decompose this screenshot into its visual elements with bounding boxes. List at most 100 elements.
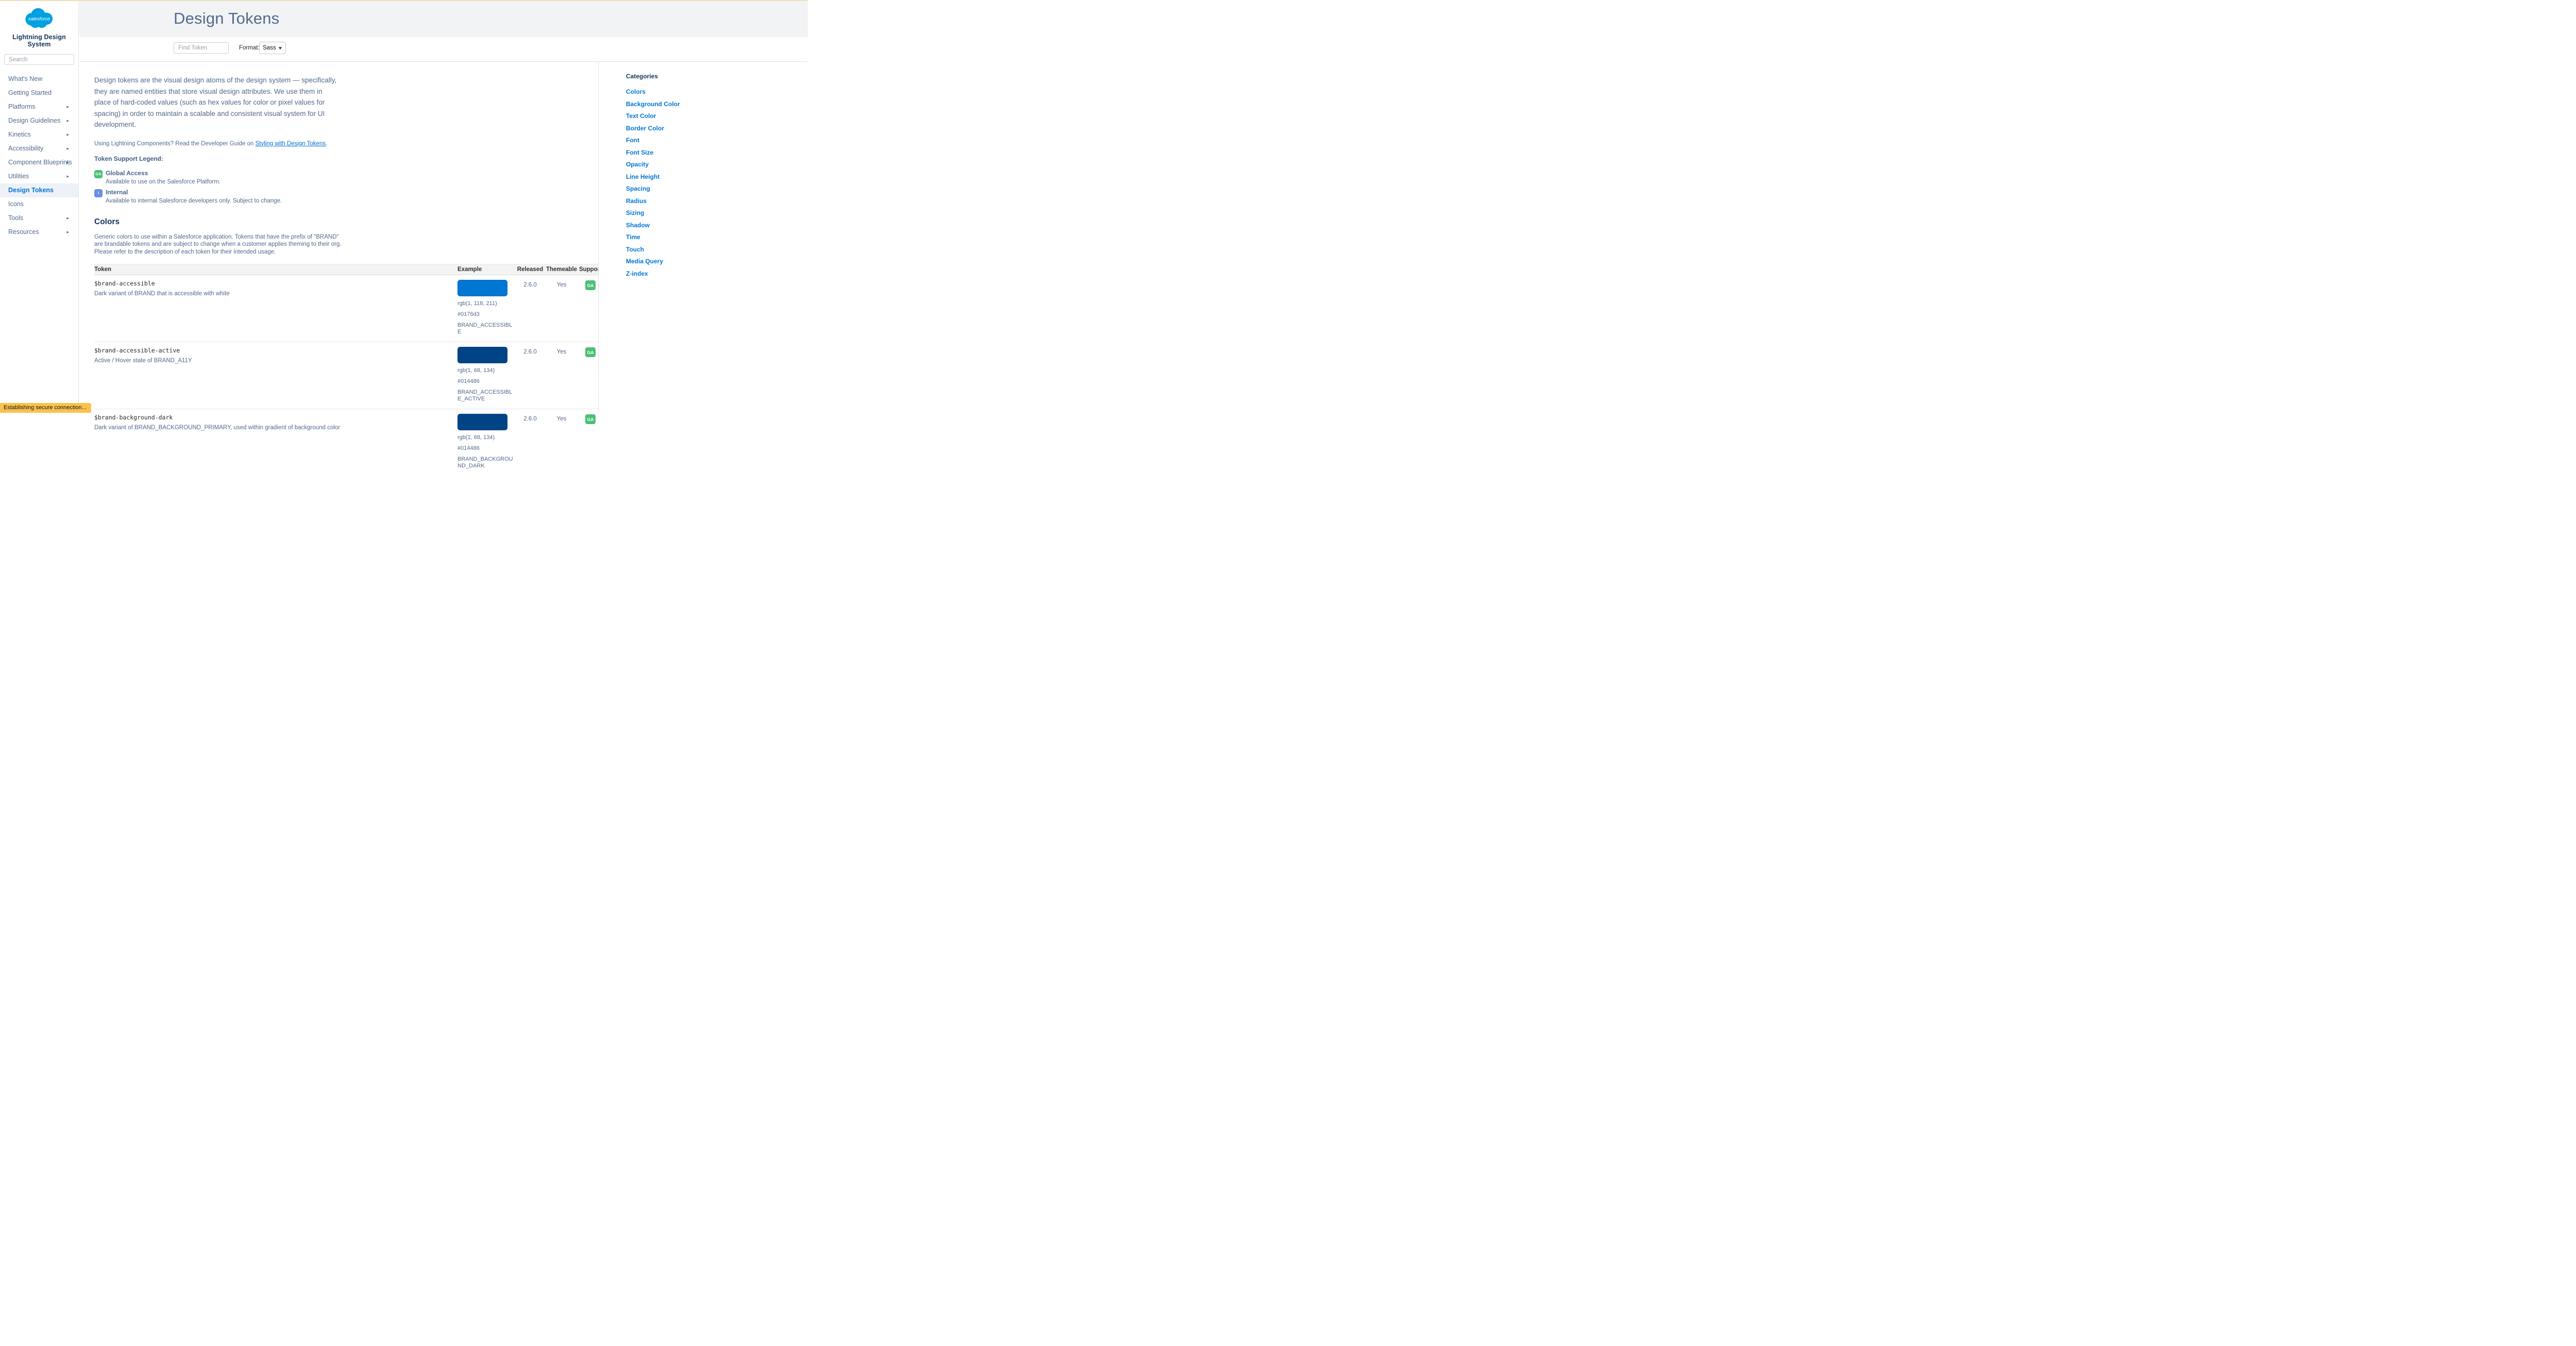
categories-rail: Categories Colors Background Color Text Co…: [598, 62, 808, 413]
global-access-badge: GA: [94, 170, 103, 178]
legend-entry-name: Global Access: [106, 170, 603, 177]
sidebar-item-design-tokens[interactable]: Design Tokens: [0, 183, 78, 197]
table-row: $brand-accessible Dark variant of BRAND t…: [94, 275, 603, 342]
example-cell: rgb(1, 68, 134)#014486BRAND_ACCESSIBLE_A…: [457, 347, 515, 402]
support-ga-badge: GA: [585, 280, 596, 290]
category-link-touch[interactable]: Touch: [626, 246, 808, 253]
chevron-right-icon: ▸: [66, 225, 69, 239]
example-rgb: rgb(1, 68, 134): [457, 367, 515, 374]
token-cell: $brand-accessible Dark variant of BRAND t…: [94, 280, 457, 335]
example-cell: rgb(1, 68, 134)#014486BRAND_BACKGROUND_D…: [457, 414, 515, 469]
category-link-colors[interactable]: Colors: [626, 88, 808, 95]
legend-entry: IInternalAvailable to internal Salesforc…: [94, 189, 603, 204]
token-name: $brand-accessible: [94, 280, 447, 287]
token-support-legend: GAGlobal Access Available to use on the S…: [94, 170, 603, 204]
support-cell: GA: [578, 414, 603, 469]
legend-entry-description: Available to use on the Salesforce Platf…: [106, 179, 603, 185]
salesforce-cloud-icon: salesforce: [23, 6, 55, 30]
format-select[interactable]: Sass ▼: [259, 42, 286, 54]
internal-badge: I: [94, 189, 103, 197]
sidebar-item-accessibility[interactable]: Accessibility▸: [0, 142, 78, 156]
svg-text:salesforce: salesforce: [28, 16, 50, 21]
themeable-cell: Yes: [545, 347, 578, 402]
themeable-cell: Yes: [545, 280, 578, 335]
sidebar-item-tools[interactable]: Tools▸: [0, 211, 78, 225]
legend-entry: GAGlobal Access Available to use on the S…: [94, 170, 603, 185]
developer-guide-note: Using Lightning Components? Read the Dev…: [94, 141, 603, 147]
sidebar-nav: What's NewGetting StartedPlatforms▸Desig…: [0, 72, 78, 239]
token-description: Active / Hover state of BRAND_A11Y: [94, 358, 447, 364]
sidebar-title: Lightning Design System: [0, 33, 78, 48]
token-name: $brand-accessible-active: [94, 347, 447, 354]
developer-guide-note-period: .: [326, 141, 327, 147]
legend-entry-name: Internal: [106, 189, 603, 196]
token-cell: $brand-accessible-active Active / Hover s…: [94, 347, 457, 402]
page-header: Design Tokens: [79, 0, 808, 37]
category-link-radius[interactable]: Radius: [626, 197, 808, 205]
table-header-example: Example: [457, 266, 515, 273]
tokens-table: Token Example Released Themeable Support…: [94, 264, 603, 476]
released-cell: 2.6.0: [515, 280, 545, 335]
search-input[interactable]: [4, 54, 74, 65]
chevron-right-icon: ▸: [66, 156, 69, 170]
intro-paragraph: Design tokens are the visual design atom…: [94, 75, 337, 130]
example-rgb: rgb(1, 118, 211): [457, 300, 515, 307]
table-row: $brand-accessible-active Active / Hover s…: [94, 342, 603, 409]
category-link-font-size[interactable]: Font Size: [626, 149, 808, 156]
chevron-right-icon: ▸: [66, 142, 69, 156]
token-description: Dark variant of BRAND_BACKGROUND_PRIMARY…: [94, 425, 447, 431]
categories-links: Colors Background Color Text Color Border C…: [626, 88, 808, 277]
category-link-border-color[interactable]: Border Color: [626, 125, 808, 132]
sidebar-item-kinetics[interactable]: Kinetics▸: [0, 128, 78, 142]
category-link-line-height[interactable]: Line Height: [626, 173, 808, 180]
category-link-shadow[interactable]: Shadow: [626, 222, 808, 229]
table-header-token: Token: [94, 266, 457, 273]
themeable-value: Yes: [545, 349, 578, 355]
themeable-cell: Yes: [545, 414, 578, 469]
table-header-released: Released: [515, 266, 545, 273]
legend-title: Token Support Legend:: [94, 155, 603, 162]
color-swatch: [457, 280, 507, 296]
category-link-opacity[interactable]: Opacity: [626, 161, 808, 168]
support-ga-badge: GA: [585, 414, 596, 424]
sidebar: salesforce Lightning Design System What'…: [0, 0, 79, 413]
sidebar-item-design-guidelines[interactable]: Design Guidelines▸: [0, 114, 78, 128]
top-accent-strip: [0, 0, 808, 1]
table-row: $brand-background-darkDark variant of BR…: [94, 409, 603, 476]
sidebar-item-getting-started[interactable]: Getting Started: [0, 86, 78, 100]
format-label: Format:: [239, 45, 260, 51]
chevron-right-icon: ▸: [66, 170, 69, 183]
find-token-input[interactable]: [174, 42, 229, 54]
token-description: Dark variant of BRAND that is accessible…: [94, 291, 447, 297]
sidebar-item-component-blueprints[interactable]: Component Blueprints▸: [0, 156, 78, 170]
styling-with-design-tokens-link[interactable]: Styling with Design Tokens: [256, 141, 326, 147]
sidebar-item-utilities[interactable]: Utilities▸: [0, 170, 78, 183]
sidebar-item-resources[interactable]: Resources▸: [0, 225, 78, 239]
salesforce-logo[interactable]: salesforce: [0, 0, 78, 32]
sidebar-item-what-s-new[interactable]: What's New: [0, 72, 78, 86]
categories-title: Categories: [626, 73, 808, 80]
category-link-z-index[interactable]: Z-index: [626, 270, 808, 277]
category-link-time[interactable]: Time: [626, 233, 808, 241]
chevron-right-icon: ▸: [66, 114, 69, 128]
category-link-media-query[interactable]: Media Query: [626, 258, 808, 265]
category-link-sizing[interactable]: Sizing: [626, 209, 808, 216]
colors-section-description: Generic colors to use within a Salesforc…: [94, 233, 345, 256]
page-title: Design Tokens: [174, 9, 279, 28]
category-link-text-color[interactable]: Text Color: [626, 112, 808, 120]
category-link-font[interactable]: Font: [626, 137, 808, 144]
category-link-background-color[interactable]: Background Color: [626, 100, 808, 108]
released-value: 2.6.0: [515, 282, 545, 288]
colors-section-title: Colors: [94, 217, 603, 227]
example-hex: #0176d3: [457, 311, 515, 318]
themeable-value: Yes: [545, 282, 578, 288]
chevron-right-icon: ▸: [66, 128, 69, 142]
category-link-spacing[interactable]: Spacing: [626, 185, 808, 192]
sidebar-item-icons[interactable]: Icons: [0, 197, 78, 211]
sidebar-item-platforms[interactable]: Platforms▸: [0, 100, 78, 114]
status-message: Establishing secure connection...: [0, 403, 91, 413]
example-hex: #014486: [457, 378, 515, 385]
chevron-right-icon: ▸: [66, 211, 69, 225]
released-cell: 2.6.0: [515, 347, 545, 402]
example-hex: #014486: [457, 445, 515, 452]
